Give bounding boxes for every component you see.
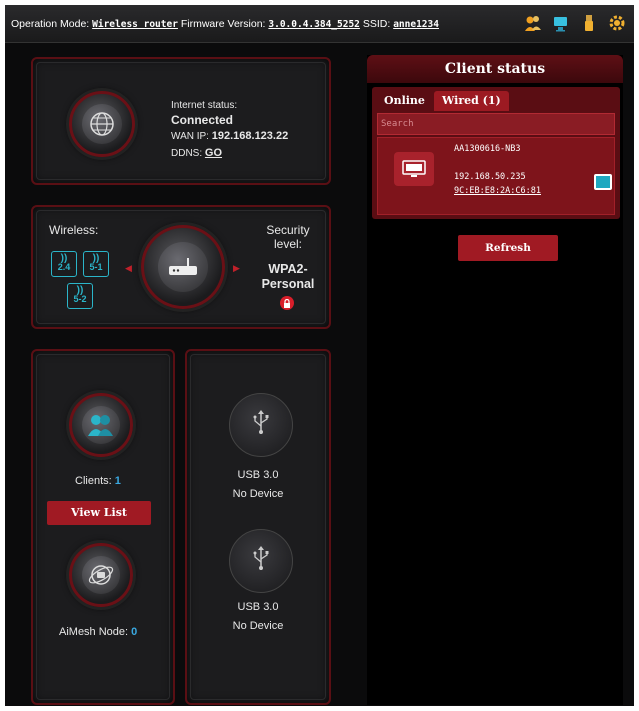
wan-ip: WAN IP: 192.168.123.22 xyxy=(171,130,288,142)
band-5-1-label: 5-1 xyxy=(89,262,103,272)
router-orb[interactable] xyxy=(141,225,225,309)
device-mac-link[interactable]: 9C:EB:E8:2A:C6:81 xyxy=(454,186,541,196)
security-value: WPA2-Personal xyxy=(261,262,315,291)
usb-port-1-label: USB 3.0 xyxy=(237,469,279,481)
usb-port-2-status: No Device xyxy=(232,620,284,632)
network-monitor-icon[interactable] xyxy=(552,13,570,33)
gear-icon[interactable] xyxy=(608,13,626,33)
computer-icon xyxy=(394,152,434,186)
ddns-go-link[interactable]: GO xyxy=(205,147,222,159)
ddns-label: DDNS: xyxy=(171,148,203,159)
aimesh-orb[interactable] xyxy=(69,543,133,607)
firmware-label: Firmware Version: xyxy=(180,18,266,30)
client-status-panel: Client status Online Wired (1) Search AA… xyxy=(367,55,623,705)
wireless-panel[interactable]: Wireless: )) 2.4 )) 5-1 )) 5-2 ◀ ▶ Security… xyxy=(31,205,331,329)
wifi-5-1-badge[interactable]: )) 5-1 xyxy=(83,251,109,277)
firmware-link[interactable]: 3.0.0.4.384_5252 xyxy=(268,19,360,30)
security-label: Security level: xyxy=(266,223,310,251)
router-dashboard: Operation Mode: Wireless router Firmware… xyxy=(5,5,634,706)
right-arrow-icon: ▶ xyxy=(233,263,240,273)
wifi-5-2-badge[interactable]: )) 5-2 xyxy=(67,283,93,309)
client-list-box: Online Wired (1) Search AA1300616-NB3 19… xyxy=(372,87,620,219)
wan-ip-label: WAN IP: xyxy=(171,131,209,142)
top-status-bar: Operation Mode: Wireless router Firmware… xyxy=(5,5,634,43)
lock-icon xyxy=(280,296,294,310)
usb-port-2-orb[interactable] xyxy=(229,529,293,593)
client-status-title: Client status xyxy=(367,55,623,83)
usb-icon[interactable] xyxy=(580,13,598,33)
clients-panel: Clients: 1 View List AiMesh Node: 0 xyxy=(31,349,175,705)
client-device-row[interactable]: AA1300616-NB3 192.168.50.235 9C:EB:E8:2A… xyxy=(377,137,615,215)
wan-ip-value: 192.168.123.22 xyxy=(211,130,289,142)
internet-status-label: Internet status: xyxy=(171,100,238,111)
internet-status-panel[interactable]: Internet status: Connected WAN IP: 192.1… xyxy=(31,57,331,185)
left-arrow-icon: ◀ xyxy=(125,263,132,273)
clients-count: 1 xyxy=(114,475,121,487)
refresh-button[interactable]: Refresh xyxy=(458,235,558,261)
client-search-input[interactable]: Search xyxy=(377,113,615,135)
band-5-2-label: 5-2 xyxy=(73,294,87,304)
op-mode-link[interactable]: Wireless router xyxy=(92,19,178,30)
view-list-button[interactable]: View List xyxy=(47,501,151,525)
aimesh-count: 0 xyxy=(131,626,138,638)
wireless-label: Wireless: xyxy=(49,223,99,237)
device-name: AA1300616-NB3 xyxy=(454,144,521,154)
ethernet-icon xyxy=(594,174,612,190)
ssid-link[interactable]: anne1234 xyxy=(393,19,439,30)
clients-orb[interactable] xyxy=(69,393,133,457)
clients-label: Clients: xyxy=(75,475,112,487)
tab-wired[interactable]: Wired (1) xyxy=(434,91,509,111)
aimesh-label: AiMesh Node: xyxy=(59,626,129,638)
users-icon xyxy=(82,406,120,444)
clients-text: Clients: 1 xyxy=(75,475,121,487)
device-ip: 192.168.50.235 xyxy=(454,172,526,182)
globe-icon xyxy=(82,104,122,144)
tab-online[interactable]: Online xyxy=(376,91,433,111)
top-icons xyxy=(524,13,626,33)
aimesh-text: AiMesh Node: 0 xyxy=(59,626,137,638)
ddns: DDNS: GO xyxy=(171,147,222,159)
users-icon[interactable] xyxy=(524,13,542,33)
usb-panel: USB 3.0 No Device USB 3.0 No Device xyxy=(185,349,331,705)
router-icon xyxy=(158,242,208,292)
internet-status-value: Connected xyxy=(171,113,234,127)
usb-icon xyxy=(252,545,270,577)
usb-icon xyxy=(252,409,270,441)
usb-port-2-label: USB 3.0 xyxy=(237,601,279,613)
band-2-4-label: 2.4 xyxy=(57,262,71,272)
wifi-2-4-badge[interactable]: )) 2.4 xyxy=(51,251,77,277)
internet-orb[interactable] xyxy=(69,91,135,157)
usb-port-1-status: No Device xyxy=(232,488,284,500)
op-mode-label: Operation Mode: xyxy=(11,18,90,30)
top-status-text: Operation Mode: Wireless router Firmware… xyxy=(11,18,439,30)
aimesh-icon xyxy=(82,556,120,594)
usb-port-1-orb[interactable] xyxy=(229,393,293,457)
ssid-label: SSID: xyxy=(362,18,391,30)
